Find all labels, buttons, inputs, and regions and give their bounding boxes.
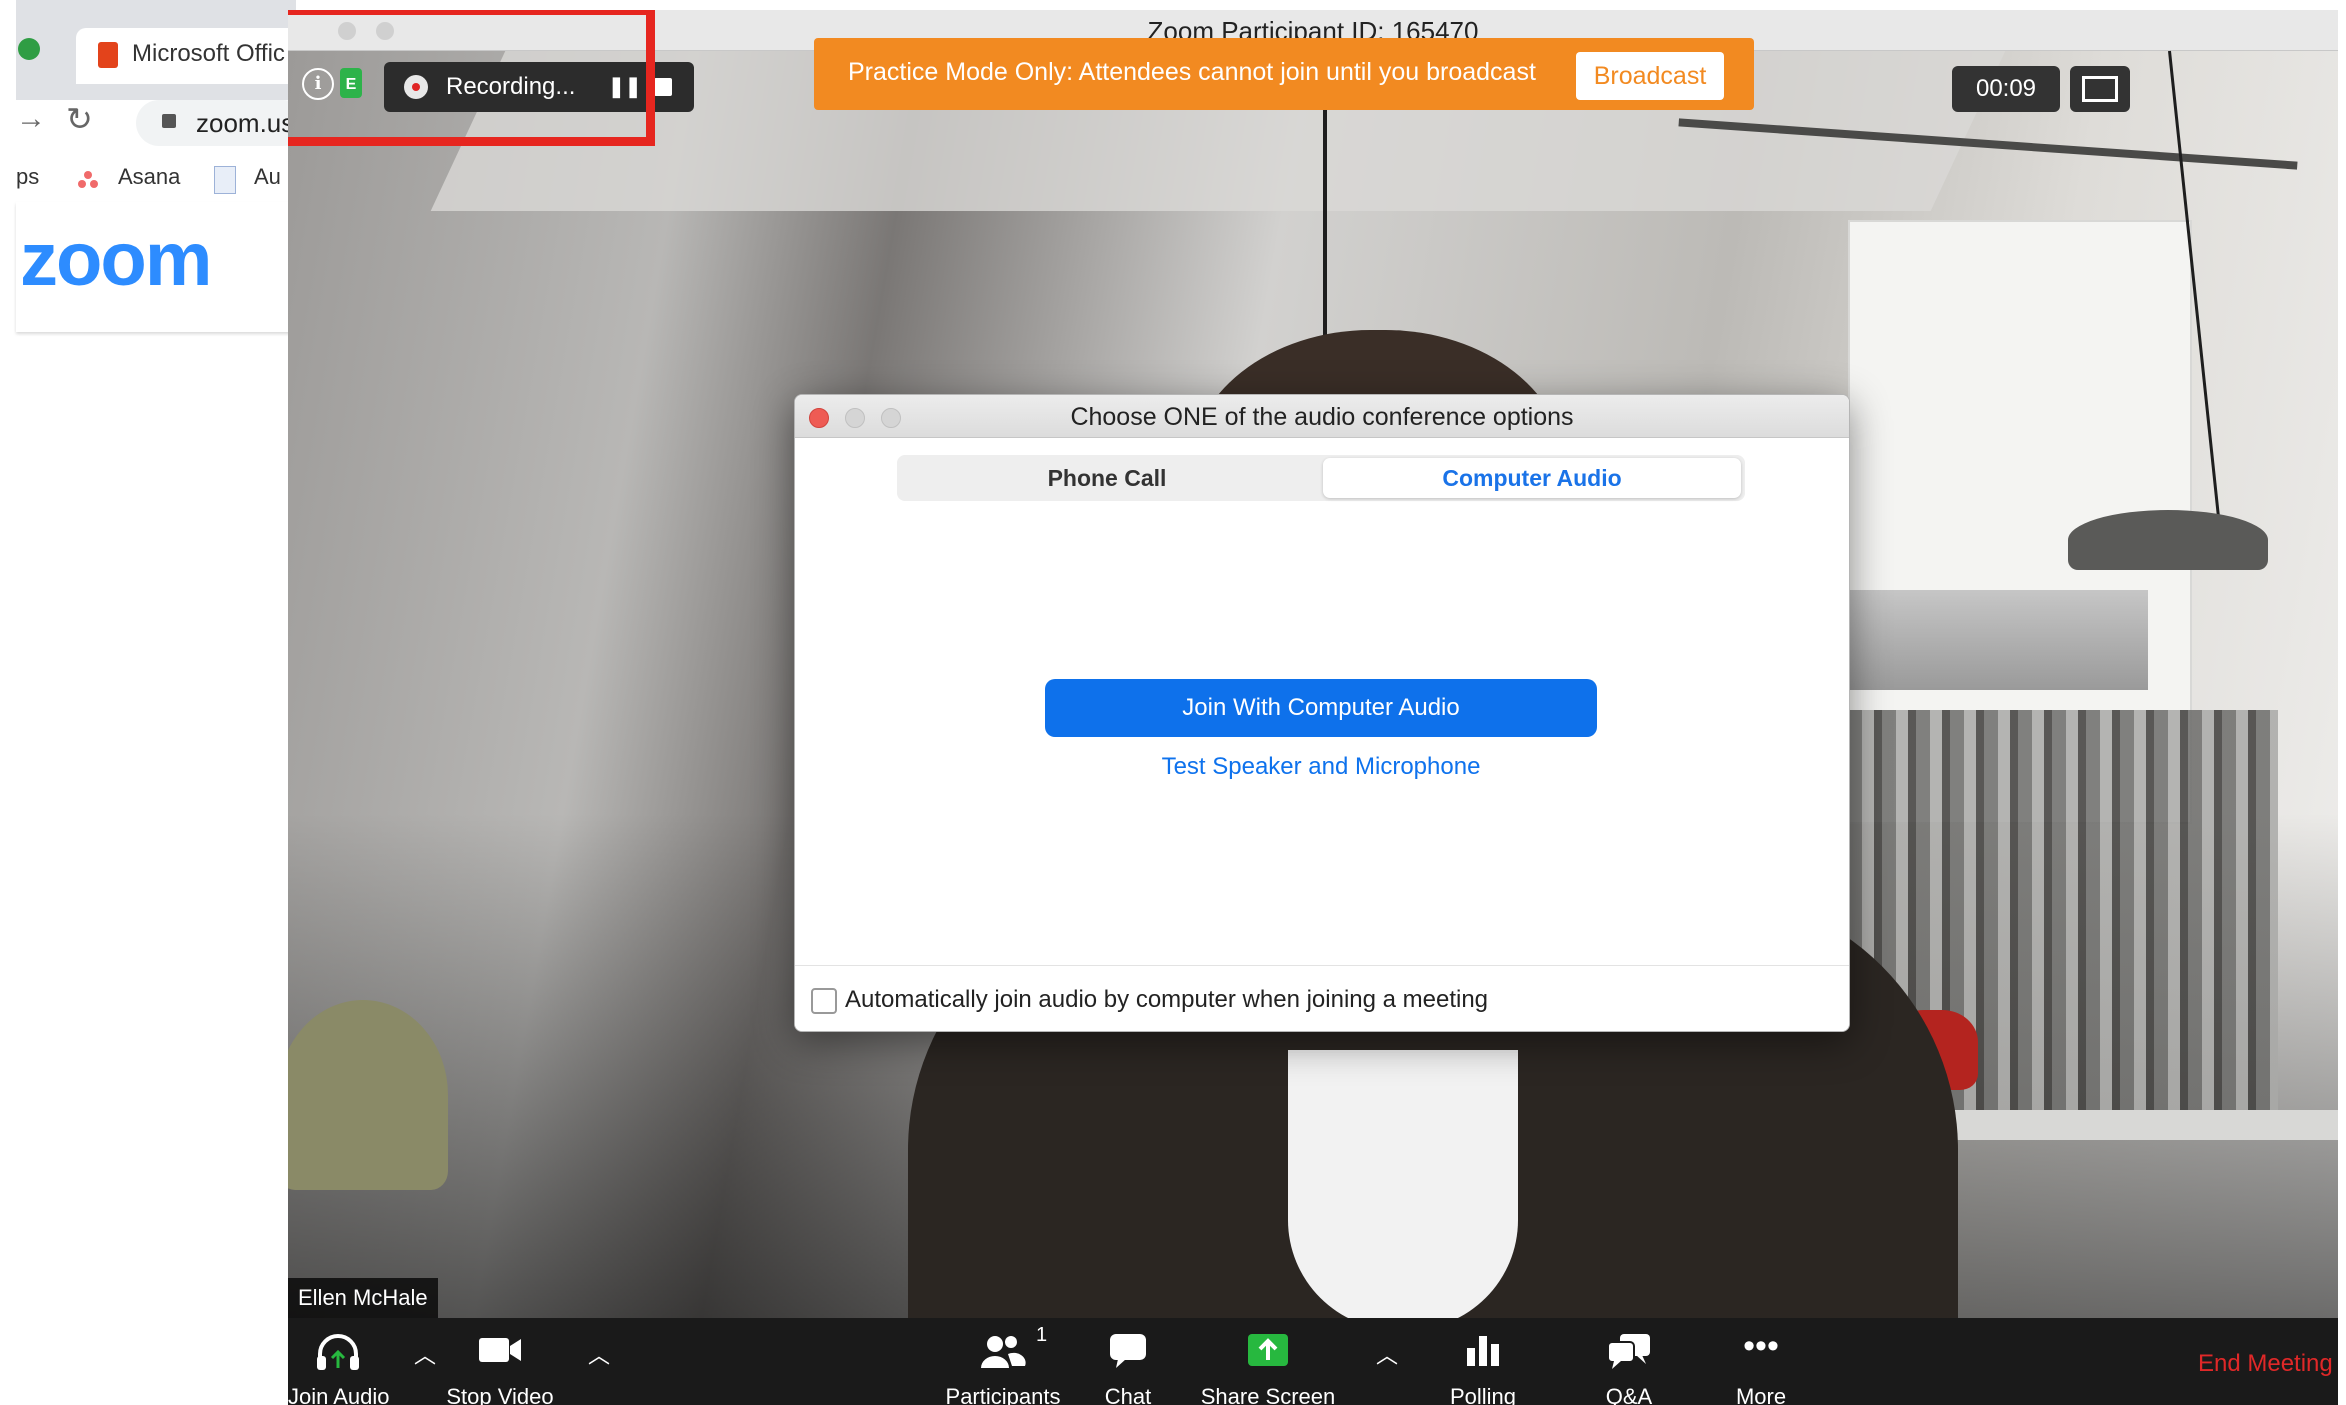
dialog-footer: Automatically join audio by computer whe…: [795, 965, 1849, 1031]
join-computer-audio-button[interactable]: Join With Computer Audio: [1045, 679, 1597, 737]
annotation-highlight-box: [288, 10, 655, 146]
join-audio-button[interactable]: Join Audio: [288, 1318, 390, 1405]
auto-join-checkbox[interactable]: [811, 988, 837, 1014]
tab-phone-call[interactable]: Phone Call: [897, 455, 1317, 501]
doc-icon: [214, 166, 236, 194]
background-browser: Microsoft Offic → ↻ zoom.us ps Asana Au …: [16, 0, 306, 1405]
browser-tab[interactable]: Microsoft Offic: [76, 28, 306, 84]
video-options-caret-icon[interactable]: ︿: [588, 1345, 610, 1367]
browser-extension-icon[interactable]: [18, 38, 40, 60]
audio-type-tabs: Phone Call Computer Audio: [897, 455, 1745, 501]
bookmark-apps[interactable]: ps: [16, 164, 39, 190]
video-pendant-lamp: [2068, 510, 2268, 570]
chat-button[interactable]: Chat: [1088, 1318, 1168, 1405]
more-button[interactable]: ••• More: [1716, 1318, 1806, 1405]
participant-name-tag: Ellen McHale: [288, 1278, 438, 1318]
share-screen-icon: [1246, 1332, 1290, 1373]
browser-omnibox[interactable]: zoom.us: [136, 100, 306, 146]
forward-icon[interactable]: →: [16, 102, 46, 136]
polling-icon: [1465, 1332, 1501, 1373]
stop-recording-icon[interactable]: [654, 78, 672, 96]
more-label: More: [1735, 1384, 1787, 1405]
bookmark-au[interactable]: Au: [254, 164, 281, 190]
bookmarks-bar: ps Asana Au: [16, 152, 296, 203]
video-range-hood: [1848, 590, 2148, 690]
lock-icon: [162, 114, 176, 128]
meeting-timer: 00:09: [1952, 66, 2060, 112]
auto-join-label[interactable]: Automatically join audio by computer whe…: [845, 986, 1488, 1014]
join-audio-label: Join Audio: [288, 1384, 390, 1405]
asana-icon: [78, 170, 98, 190]
headphones-icon: [315, 1332, 361, 1377]
end-meeting-button[interactable]: End Meeting: [2198, 1350, 2333, 1378]
qa-button[interactable]: Q&A: [1584, 1318, 1674, 1405]
qa-icon: [1606, 1332, 1652, 1375]
video-person-collar: [1288, 1050, 1518, 1330]
video-hat: [288, 1000, 448, 1190]
participants-button[interactable]: 1 Participants: [938, 1318, 1068, 1405]
dialog-titlebar: Choose ONE of the audio conference optio…: [795, 395, 1849, 438]
zoom-logo: zoom: [20, 217, 212, 302]
participants-icon: [978, 1332, 1028, 1375]
audio-options-caret-icon[interactable]: ︿: [414, 1345, 436, 1367]
share-screen-button[interactable]: Share Screen: [1198, 1318, 1338, 1405]
browser-tab-title: Microsoft Offic: [132, 40, 285, 67]
qa-label: Q&A: [1605, 1384, 1653, 1405]
stop-video-button[interactable]: Stop Video: [440, 1318, 560, 1405]
zoom-meeting-window: Zoom Participant ID: 165470 i E Recordin…: [288, 10, 2338, 1405]
audio-options-dialog: Choose ONE of the audio conference optio…: [794, 394, 1850, 1032]
participants-count: 1: [1036, 1324, 1048, 1346]
chat-label: Chat: [1104, 1384, 1152, 1405]
participants-label: Participants: [945, 1384, 1061, 1405]
office-icon: [98, 42, 118, 68]
stop-video-label: Stop Video: [446, 1384, 554, 1405]
bookmark-asana[interactable]: Asana: [118, 164, 180, 190]
share-screen-label: Share Screen: [1200, 1384, 1336, 1405]
video-camera-icon: [477, 1332, 523, 1371]
browser-url: zoom.us: [196, 108, 295, 138]
polling-label: Polling: [1449, 1384, 1517, 1405]
tab-computer-audio[interactable]: Computer Audio: [1323, 458, 1741, 498]
practice-mode-text: Practice Mode Only: Attendees cannot joi…: [848, 58, 1536, 86]
meeting-toolbar: Join Audio ︿ Stop Video ︿ 1 Participants…: [288, 1318, 2338, 1405]
dialog-title: Choose ONE of the audio conference optio…: [1070, 403, 1574, 431]
broadcast-button[interactable]: Broadcast: [1576, 52, 1724, 100]
reload-icon[interactable]: ↻: [66, 100, 93, 138]
polling-button[interactable]: Polling: [1428, 1318, 1538, 1405]
fullscreen-icon[interactable]: [2070, 66, 2130, 112]
share-options-caret-icon[interactable]: ︿: [1376, 1345, 1398, 1367]
more-icon: •••: [1743, 1327, 1779, 1365]
test-speaker-link[interactable]: Test Speaker and Microphone: [1045, 753, 1597, 781]
practice-mode-banner: Practice Mode Only: Attendees cannot joi…: [814, 38, 1754, 110]
browser-page-header: zoom: [16, 202, 296, 332]
chat-icon: [1108, 1332, 1148, 1375]
